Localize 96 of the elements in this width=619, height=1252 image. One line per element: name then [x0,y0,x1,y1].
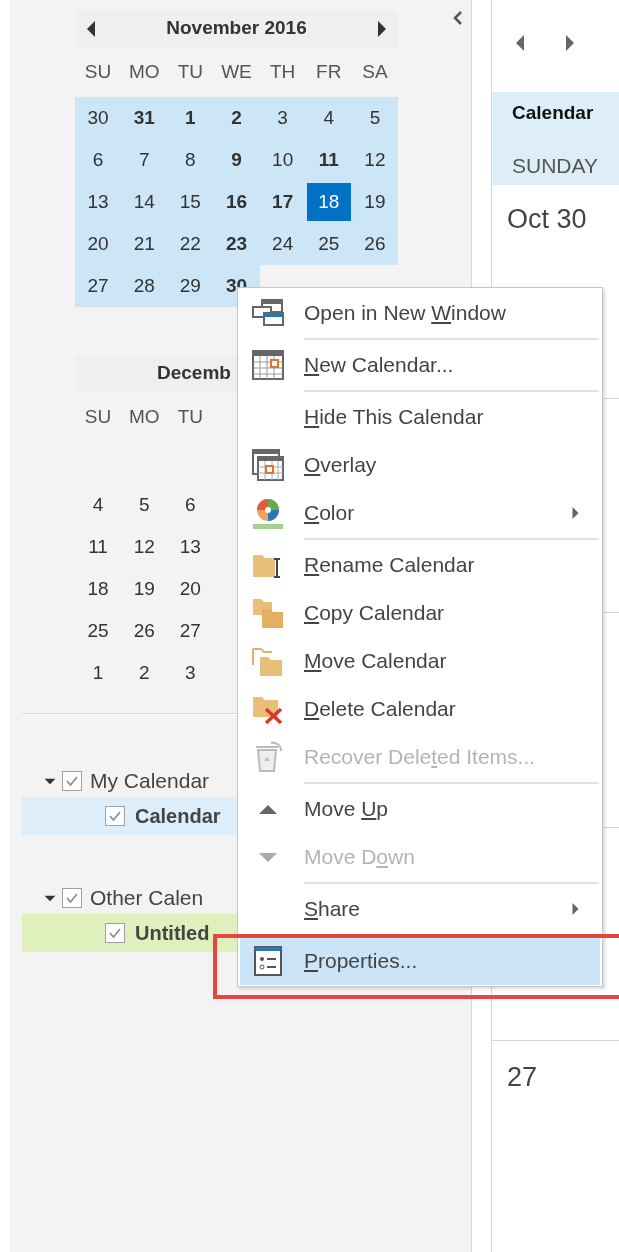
calendar-day[interactable]: 22 [167,223,214,265]
recycle-bin-icon [253,741,283,773]
calendar-day[interactable]: 20 [75,223,122,265]
menu-item[interactable]: Hide This Calendar [240,393,600,441]
color-wheel-icon [252,497,284,529]
calendar-day[interactable]: 1 [75,652,122,694]
calendar-day[interactable]: 5 [351,97,398,139]
menu-item[interactable]: Color [240,489,600,541]
calendar-day[interactable]: 17 [259,181,306,223]
calendar-row[interactable]: Untitled [22,914,237,952]
next-icon[interactable] [564,33,576,53]
calendar-day[interactable]: 21 [121,223,168,265]
collapse-icon[interactable] [453,10,463,26]
weekday-label: TH [268,59,297,84]
menu-item[interactable]: Delete Calendar [240,685,600,733]
weekday-label: MO [127,404,161,429]
calendar-name: Untitled [135,921,210,946]
calendar-day[interactable]: 18 [75,568,122,610]
calendar-day[interactable]: 23 [213,223,260,265]
weekday-label: SA [361,59,389,84]
date-label: Oct 30 [507,204,587,234]
weekday-label: TU [176,59,204,84]
calendar-day[interactable]: 3 [259,97,306,139]
calendar-day[interactable]: 7 [121,139,168,181]
calendar-day[interactable]: 27 [75,265,122,307]
menu-item[interactable]: Move Calendar [240,637,600,685]
calendar-day[interactable]: 2 [121,652,168,694]
calendar-day[interactable]: 4 [305,97,352,139]
calendar-day[interactable]: 25 [305,223,352,265]
calendar-name: Calendar [135,804,221,829]
menu-item[interactable]: Share [240,885,600,937]
calendar-day[interactable]: 19 [121,568,168,610]
menu-item[interactable]: New Calendar... [240,341,600,393]
month-title: Decemb [157,361,231,386]
weekday-label: WE [220,59,253,84]
calendar-day[interactable]: 9 [213,139,260,181]
calendar-day[interactable]: 31 [121,97,168,139]
calendar-day[interactable]: 16 [213,181,260,223]
calendar-day[interactable]: 25 [75,610,122,652]
weekday-label: FR [315,59,343,84]
calendar-row[interactable]: Calendar [22,797,237,835]
calendar-icon [252,350,284,380]
calendar-day[interactable]: 6 [75,139,122,181]
calendar-day[interactable]: 30 [75,97,122,139]
month-title: November 2016 [165,16,308,41]
weekday-name: SUNDAY [512,152,599,179]
calendar-day[interactable]: 18 [305,181,352,223]
checkbox[interactable] [62,888,82,908]
calendar-day[interactable]: 27 [167,610,214,652]
calendar-day[interactable]: 26 [351,223,398,265]
calendar-day[interactable]: 11 [305,139,352,181]
calendar-day[interactable]: 5 [121,484,168,526]
calendar-day[interactable]: 13 [167,526,214,568]
previous-icon[interactable] [514,33,526,53]
calendar-day[interactable]: 13 [75,181,122,223]
checkbox[interactable] [105,806,125,826]
menu-item[interactable]: Copy Calendar [240,589,600,637]
checkbox[interactable] [62,771,82,791]
date-label: 27 [507,1062,538,1092]
calendar-day[interactable]: 4 [75,484,122,526]
calendar-day[interactable]: 26 [121,610,168,652]
calendar-day[interactable]: 2 [213,97,260,139]
windows-icon [252,299,284,327]
weekday-label: SU [83,59,113,84]
calendar-day[interactable]: 6 [167,484,214,526]
folder-move-icon [252,645,284,677]
calendar-day[interactable]: 15 [167,181,214,223]
calendar-day[interactable]: 24 [259,223,306,265]
calendar-day[interactable]: 14 [121,181,168,223]
menu-item[interactable]: Rename Calendar [240,541,600,589]
weekday-label: SU [83,404,113,429]
calendar-day[interactable]: 8 [167,139,214,181]
menu-item[interactable]: Properties... [240,937,600,985]
checkbox[interactable] [105,923,125,943]
calendar-day[interactable]: 11 [75,526,122,568]
menu-item[interactable]: Overlay [240,441,600,489]
weekday-label: MO [127,59,161,84]
calendar-day[interactable]: 28 [121,265,168,307]
calendar-day[interactable]: 29 [167,265,214,307]
calendar-day[interactable]: 20 [167,568,214,610]
menu-item[interactable]: Move Up [240,785,600,833]
group-label[interactable]: My Calendar [90,765,210,797]
calendar-day[interactable]: 12 [351,139,398,181]
weekday-label: TU [176,404,204,429]
folders-icon [252,597,284,629]
overlay-calendar-icon [252,449,284,481]
calendar-day[interactable]: 3 [167,652,214,694]
calendar-title: Calendar [512,101,595,125]
calendar-day[interactable]: 1 [167,97,214,139]
next-month-icon[interactable] [376,18,388,39]
properties-icon [254,946,282,976]
group-label[interactable]: Other Calen [90,882,204,914]
up-triangle-icon[interactable] [258,802,278,816]
calendar-day[interactable]: 12 [121,526,168,568]
calendar-day[interactable]: 10 [259,139,306,181]
calendar-day[interactable]: 19 [351,181,398,223]
